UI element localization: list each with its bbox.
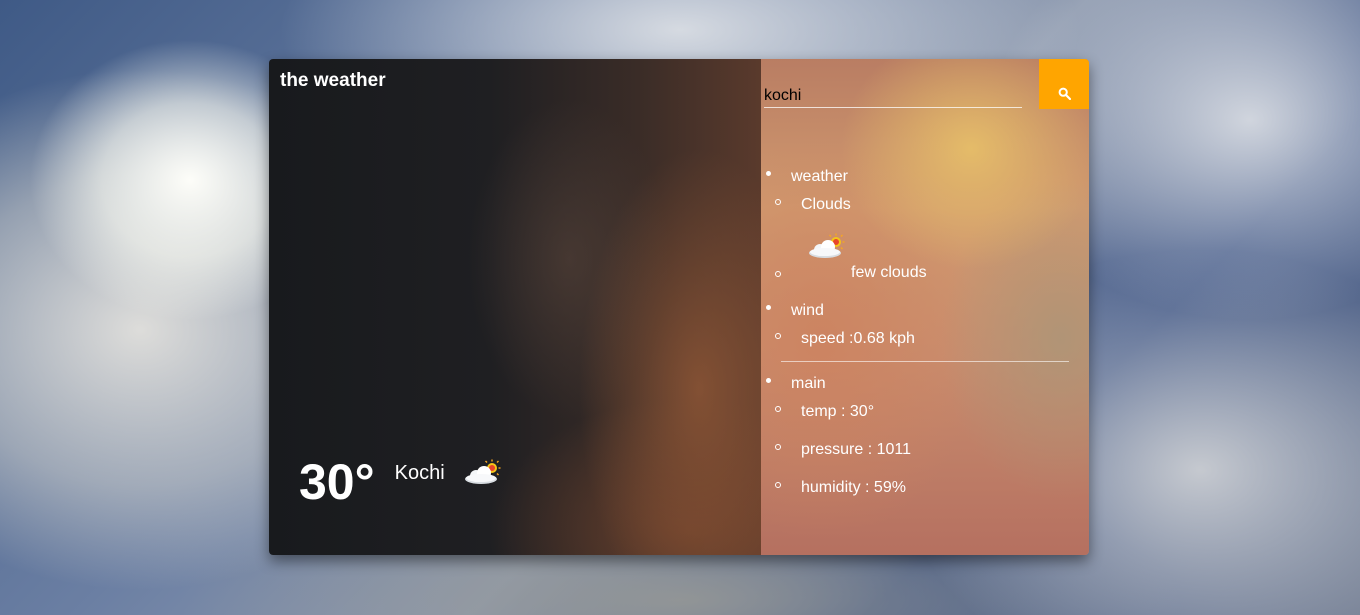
- current-city: Kochi: [394, 462, 445, 484]
- temp-item: temp : 30°: [761, 398, 1089, 426]
- bullet: [766, 378, 771, 383]
- few-clouds-icon: [809, 233, 845, 258]
- pressure-value: pressure : 1011: [801, 441, 911, 458]
- weather-description-value: few clouds: [851, 264, 927, 281]
- wind-section-label: wind: [791, 302, 824, 319]
- weather-details-panel: weather Clouds: [761, 59, 1089, 555]
- wind-speed-item: speed :0.68 kph: [761, 325, 1089, 353]
- bullet: [775, 333, 781, 339]
- few-clouds-icon: [464, 459, 501, 484]
- bullet: [766, 171, 771, 176]
- weather-description-item: few clouds: [761, 219, 1089, 287]
- search-button[interactable]: [1039, 59, 1089, 109]
- current-weather-summary: 30° Kochi: [299, 453, 503, 511]
- humidity-item: humidity : 59%: [761, 474, 1089, 502]
- search-bar: [761, 59, 1089, 109]
- main-section-heading: main: [761, 370, 1089, 398]
- current-location: Kochi: [395, 458, 503, 488]
- humidity-value: humidity : 59%: [801, 479, 906, 496]
- wind-section-heading: wind: [761, 297, 1089, 325]
- bullet: [775, 482, 781, 488]
- pressure-item: pressure : 1011: [761, 436, 1089, 464]
- weather-section-label: weather: [791, 168, 848, 185]
- app-title: the weather: [280, 70, 386, 91]
- bullet: [775, 406, 781, 412]
- main-section-label: main: [791, 375, 826, 392]
- weather-main-item: Clouds: [761, 191, 1089, 219]
- bullet: [775, 444, 781, 450]
- weather-main-value: Clouds: [801, 196, 851, 213]
- weather-section-heading: weather: [761, 163, 1089, 191]
- weather-details-list: weather Clouds few clouds wind speed:0.…: [761, 163, 1089, 502]
- city-search-input[interactable]: [764, 85, 1022, 108]
- bullet: [766, 305, 771, 310]
- current-weather-panel: the weather 30° Kochi: [269, 59, 761, 555]
- wind-speed-value: speed :0.68 kph: [801, 330, 915, 347]
- section-divider: [781, 361, 1069, 362]
- bullet: [775, 271, 781, 277]
- weather-card: the weather 30° Kochi kochi weather Clou…: [269, 59, 1089, 555]
- search-icon: [1058, 87, 1071, 100]
- temp-value: temp : 30°: [801, 403, 875, 420]
- current-temperature: 30°: [299, 454, 375, 510]
- bullet: [775, 199, 781, 205]
